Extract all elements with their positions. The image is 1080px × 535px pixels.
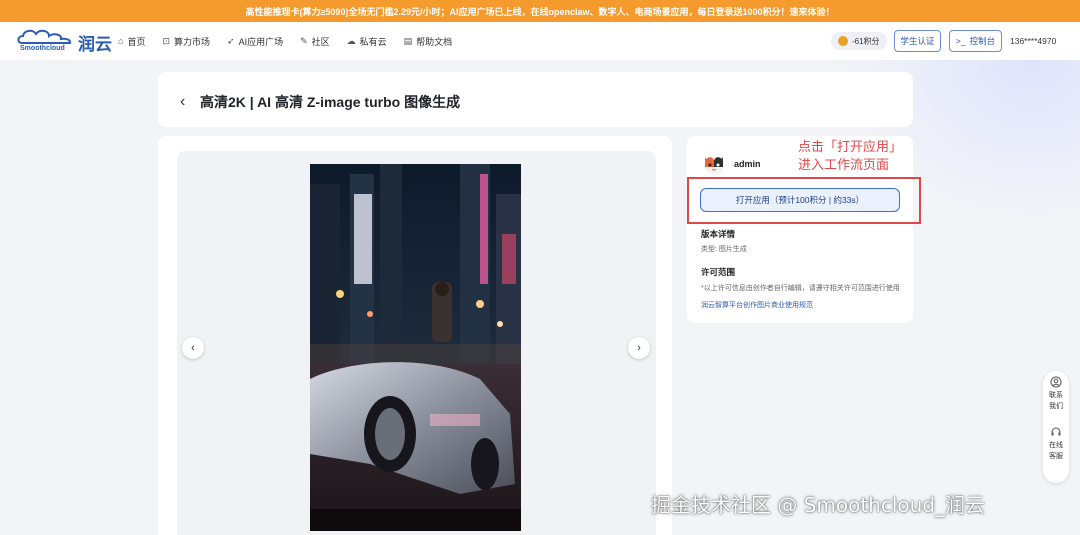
license-link[interactable]: 润云智算平台创作图片商业使用规范 [701,300,813,310]
nav-ai-apps-label: AI应用广场 [238,36,284,47]
nav-private-cloud-label: 私有云 [359,36,387,47]
nav-home-label: 首页 [127,36,146,47]
student-verify-label: 学生认证 [900,36,935,46]
user-account[interactable]: 136****4970 [1010,36,1056,46]
chevron-right-icon: › [637,342,641,354]
promo-banner-text: 高性能推理卡(算力≥5090)全场无门槛2.29元/小时；AI应用广场已上线，在… [245,6,835,17]
community-icon: ✎ [300,35,308,46]
cat-avatar-icon[interactable] [701,151,727,177]
nav-private-cloud[interactable]: ☁ 私有云 [347,35,387,48]
watermark: 掘金技术社区 @ Smoothcloud_润云 [651,493,986,517]
next-image-button[interactable]: › [628,337,650,359]
console-label: 控制台 [969,36,996,46]
main-nav: ⌂ 首页 ⊡ 算力市场 ➶ AI应用广场 ✎ 社区 ☁ 私有云 ▤ 帮助文档 [118,22,469,60]
version-type: 类型: 图片生成 [701,246,747,253]
doc-icon: ▤ [403,35,413,46]
annotation-line-1: 点击「打开应用」 [798,139,903,154]
logo-chinese: 润云 [78,35,112,54]
headset-icon [1051,427,1061,436]
license-heading: 许可范围 [701,267,736,277]
nav-help-docs-label: 帮助文档 [416,36,453,47]
open-app-label: 打开应用（预计100积分 | 约33s） [735,195,865,205]
license-text: *以上许可信息由创作者自行编辑，请遵守相关许可范围进行使用 [701,285,900,292]
back-arrow-icon[interactable]: ‹ [180,93,185,111]
prev-image-button[interactable]: ‹ [182,337,204,359]
chevron-left-icon: ‹ [191,342,195,354]
annotation-callout: 点击「打开应用」 进入工作流页面 [798,138,902,174]
console-button[interactable]: >_ 控制台 [949,30,1002,52]
rocket-icon: ➶ [227,35,235,46]
contact-us-button[interactable]: 联系我们 [1043,376,1069,412]
nav-ai-apps[interactable]: ➶ AI应用广场 [227,35,283,48]
annotation-line-2: 进入工作流页面 [798,157,890,172]
version-details-heading: 版本详情 [701,229,736,239]
points-badge[interactable]: -61积分 [831,32,887,50]
terminal-icon: >_ [955,36,966,46]
top-header: Smoothcloud 润云 ⌂ 首页 ⊡ 算力市场 ➶ AI应用广场 ✎ 社区… [0,22,1080,60]
online-service-button[interactable]: 在线客服 [1043,426,1069,462]
open-app-button[interactable]: 打开应用（预计100积分 | 约33s） [700,188,900,212]
user-icon [1050,376,1062,388]
nav-compute-market-label: 算力市场 [174,36,211,47]
cloud-icon: ☁ [346,35,356,46]
floating-help-bar: 联系我们 在线客服 [1043,371,1069,483]
coin-icon [838,36,848,46]
nav-home[interactable]: ⌂ 首页 [118,35,145,48]
student-verify-button[interactable]: 学生认证 [894,30,941,52]
page-title: 高清2K | AI 高清 Z-image turbo 图像生成 [200,94,461,110]
online-service-label: 在线客服 [1049,442,1063,460]
cloud-logo-icon [17,29,72,44]
promo-banner[interactable]: 高性能推理卡(算力≥5090)全场无门槛2.29元/小时；AI应用广场已上线，在… [0,0,1080,22]
nav-compute-market[interactable]: ⊡ 算力市场 [162,35,210,48]
preview-image[interactable] [310,164,521,531]
logo-english: Smoothcloud [20,45,65,52]
nav-community[interactable]: ✎ 社区 [300,35,330,48]
author-name: admin [734,159,761,169]
contact-us-label: 联系我们 [1049,392,1063,410]
cart-icon: ⊡ [162,35,170,46]
home-icon: ⌂ [118,36,124,46]
points-value: -61积分 [852,36,880,46]
city-car-photo [310,164,521,531]
nav-community-label: 社区 [311,36,330,47]
logo[interactable]: Smoothcloud 润云 [16,27,112,55]
nav-help-docs[interactable]: ▤ 帮助文档 [404,35,453,48]
